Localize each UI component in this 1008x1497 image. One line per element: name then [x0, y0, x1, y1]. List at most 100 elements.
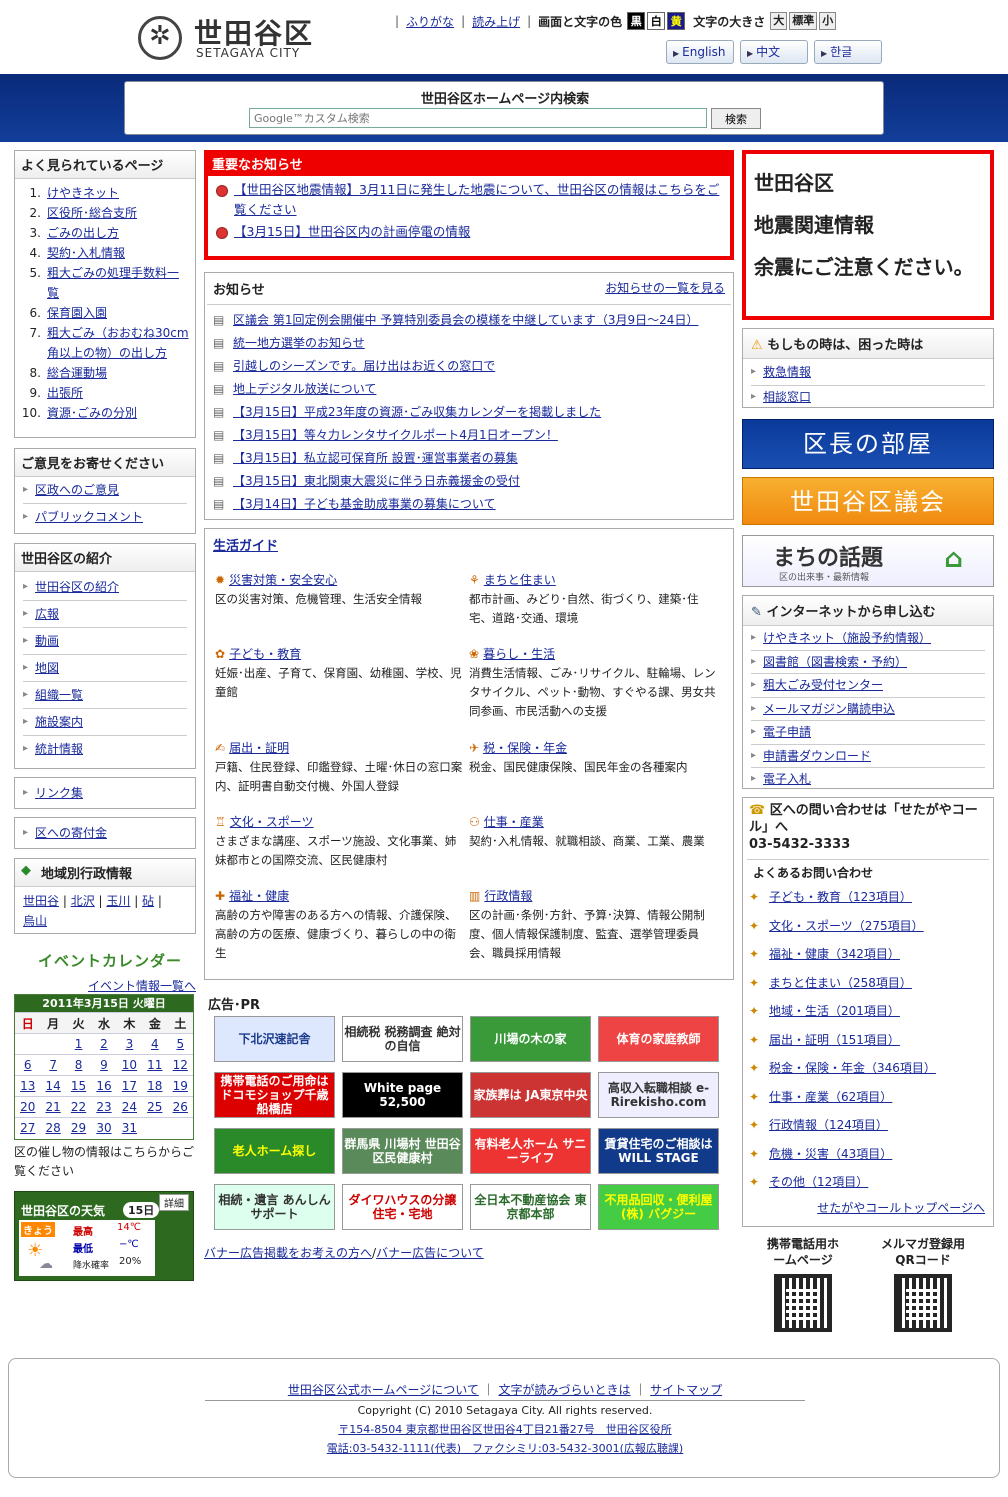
news-link[interactable]: 【3月14日】子ども基金助成事業の募集について [233, 497, 496, 511]
ad-banner[interactable]: 不用品回収・便利屋 (株) バグジー [598, 1184, 719, 1230]
calendar-day-link[interactable]: 23 [96, 1100, 111, 1114]
emergency-link-0[interactable]: 救急情報 [763, 365, 811, 379]
calendar-day-link[interactable]: 28 [45, 1121, 60, 1135]
search-button[interactable]: 検索 [711, 108, 761, 129]
ad-banner[interactable]: 賃貸住宅のご相談は WILL STAGE [598, 1128, 719, 1174]
qr-mail-code[interactable] [894, 1274, 952, 1332]
calendar-day-link[interactable]: 19 [173, 1079, 188, 1093]
region-link-tamagawa[interactable]: 玉川 [106, 894, 130, 908]
calendar-day[interactable]: 14 [40, 1075, 66, 1097]
calendar-day[interactable]: 25 [142, 1096, 168, 1118]
calendar-day-link[interactable]: 1 [75, 1037, 83, 1051]
emergency-link-1[interactable]: 相談窓口 [763, 390, 811, 404]
news-link[interactable]: 【3月15日】平成23年度の資源･ごみ収集カレンダーを掲載しました [233, 405, 601, 419]
faq-link[interactable]: 危機・災害（43項目） [769, 1147, 892, 1161]
popular-link[interactable]: ごみの出し方 [47, 223, 119, 243]
faq-link[interactable]: 福祉・健康（342項目） [769, 947, 900, 961]
online-link[interactable]: 図書館（図書検索・予約） [763, 655, 907, 669]
popular-link[interactable]: 粗大ごみの処理手数料一覧 [47, 263, 189, 303]
ad-banner[interactable]: 相続・遺言 あんしんサポート [214, 1184, 335, 1230]
calendar-day[interactable]: 24 [116, 1096, 143, 1118]
faq-link[interactable]: 文化・スポーツ（275項目） [769, 919, 924, 933]
online-link[interactable]: メールマガジン購読申込 [763, 702, 895, 716]
furigana-link[interactable]: ふりがな [406, 13, 454, 30]
popular-link[interactable]: 粗大ごみ（おおむね30cm角以上の物）の出し方 [47, 323, 189, 363]
calendar-day-link[interactable]: 15 [71, 1079, 86, 1093]
calendar-day[interactable]: 5 [167, 1033, 193, 1055]
intro-link-0[interactable]: 世田谷区の紹介 [35, 580, 119, 594]
news-link[interactable]: 区議会 第1回定例会開催中 予算特別委員会の模様を中継しています（3月9日～24… [233, 313, 698, 327]
ad-banner[interactable]: 家族葬は JA東京中央 [470, 1072, 591, 1118]
intro-link-2[interactable]: 動画 [35, 634, 59, 648]
footer-tel[interactable]: 電話:03-5432-1111(代表) ファクシミリ:03-5432-3001(… [327, 1442, 683, 1455]
guide-category-link[interactable]: 税・保険・年金 [483, 741, 567, 755]
faq-link[interactable]: 地域・生活（201項目） [769, 1004, 900, 1018]
call-top-link[interactable]: せたがやコールトップページへ [817, 1201, 985, 1215]
calendar-day-link[interactable]: 11 [147, 1058, 162, 1072]
calendar-day[interactable]: 21 [40, 1096, 66, 1118]
calendar-day-link[interactable]: 26 [173, 1100, 188, 1114]
ad-banner[interactable]: 老人ホーム探し [214, 1128, 335, 1174]
calendar-day-link[interactable]: 9 [100, 1058, 108, 1072]
calendar-day-link[interactable]: 6 [24, 1058, 32, 1072]
calendar-day[interactable]: 19 [167, 1075, 193, 1097]
faq-link[interactable]: 行政情報（124項目） [769, 1118, 888, 1132]
calendar-day-link[interactable]: 4 [151, 1037, 159, 1051]
popular-link[interactable]: 契約･入札情報 [47, 243, 125, 263]
popular-link[interactable]: 総合運動場 [47, 363, 107, 383]
calendar-day[interactable]: 17 [116, 1075, 143, 1097]
search-input[interactable] [249, 108, 707, 128]
ad-banner[interactable]: 有料老人ホーム サニーライフ [470, 1128, 591, 1174]
calendar-day[interactable]: 1 [65, 1033, 92, 1055]
region-link-setagaya[interactable]: 世田谷 [23, 894, 59, 908]
calendar-day[interactable]: 30 [91, 1117, 117, 1139]
calendar-day-link[interactable]: 5 [176, 1037, 184, 1051]
calendar-day[interactable]: 26 [167, 1096, 193, 1118]
online-link[interactable]: 電子申請 [763, 725, 811, 739]
ad-banner[interactable]: 相続税 税務調査 絶対の自信 [342, 1016, 463, 1062]
news-link[interactable]: 地上デジタル放送について [233, 382, 376, 396]
calendar-day[interactable]: 20 [15, 1096, 41, 1118]
footer-about-link[interactable]: 世田谷区公式ホームページについて [288, 1383, 479, 1397]
popular-link[interactable]: 資源･ごみの分別 [47, 403, 137, 423]
faq-link[interactable]: 届出・証明（151項目） [769, 1033, 900, 1047]
calendar-day-link[interactable]: 31 [122, 1121, 137, 1135]
size-large-button[interactable]: 大 [770, 12, 788, 30]
color-black-button[interactable]: 黒 [627, 12, 646, 30]
calendar-day[interactable]: 7 [40, 1054, 66, 1076]
ad-banner[interactable]: 高収入転職相談 e-Rirekisho.com [598, 1072, 719, 1118]
calendar-day-link[interactable]: 29 [71, 1121, 86, 1135]
footer-sitemap-link[interactable]: サイトマップ [650, 1383, 722, 1397]
lang-english-button[interactable]: English [666, 40, 734, 64]
size-standard-button[interactable]: 標準 [789, 12, 818, 30]
event-list-link[interactable]: イベント情報一覧へ [88, 977, 196, 994]
guide-category-link[interactable]: 福祉・健康 [229, 889, 289, 903]
calendar-day[interactable]: 31 [116, 1117, 143, 1139]
guide-category-link[interactable]: 文化・スポーツ [230, 815, 314, 829]
calendar-day[interactable]: 29 [65, 1117, 92, 1139]
calendar-day-link[interactable]: 21 [45, 1100, 60, 1114]
news-link[interactable]: 【3月15日】等々力レンタサイクルポート4月1日オープン！ [233, 428, 558, 442]
important-item-0[interactable]: 【世田谷区地震情報】3月11日に発生した地震について、世田谷区の情報はこちらをご… [234, 182, 719, 217]
guide-category-link[interactable]: 災害対策・安全安心 [229, 573, 337, 587]
region-link-kinuta[interactable]: 砧 [142, 894, 154, 908]
lang-chinese-button[interactable]: 中文 [740, 40, 808, 64]
calendar-day[interactable]: 28 [40, 1117, 66, 1139]
calendar-day-link[interactable]: 3 [126, 1037, 134, 1051]
calendar-day[interactable]: 9 [91, 1054, 117, 1076]
color-yellow-button[interactable]: 黄 [667, 12, 686, 30]
faq-link[interactable]: 子ども・教育（123項目） [769, 890, 912, 904]
faq-link[interactable]: 仕事・産業（62項目） [769, 1090, 892, 1104]
qr-mobile-code[interactable] [774, 1274, 832, 1332]
opinion-link-0[interactable]: 区政へのご意見 [35, 483, 119, 497]
calendar-day-link[interactable]: 13 [20, 1079, 35, 1093]
news-link[interactable]: 【3月15日】東北関東大震災に伴う日赤義援金の受付 [233, 474, 520, 488]
calendar-day[interactable]: 2 [91, 1033, 117, 1055]
footer-readability-link[interactable]: 文字が読みづらいときは [499, 1383, 631, 1397]
mayor-room-banner[interactable]: 区長の部屋 [742, 419, 994, 469]
guide-category-link[interactable]: まちと住まい [484, 573, 556, 587]
calendar-day[interactable]: 11 [142, 1054, 168, 1076]
calendar-day[interactable]: 6 [15, 1054, 41, 1076]
calendar-day-link[interactable]: 24 [122, 1100, 137, 1114]
ad-banner[interactable]: 携帯電話のご用命はドコモショップ千歳船橋店 [214, 1072, 335, 1118]
